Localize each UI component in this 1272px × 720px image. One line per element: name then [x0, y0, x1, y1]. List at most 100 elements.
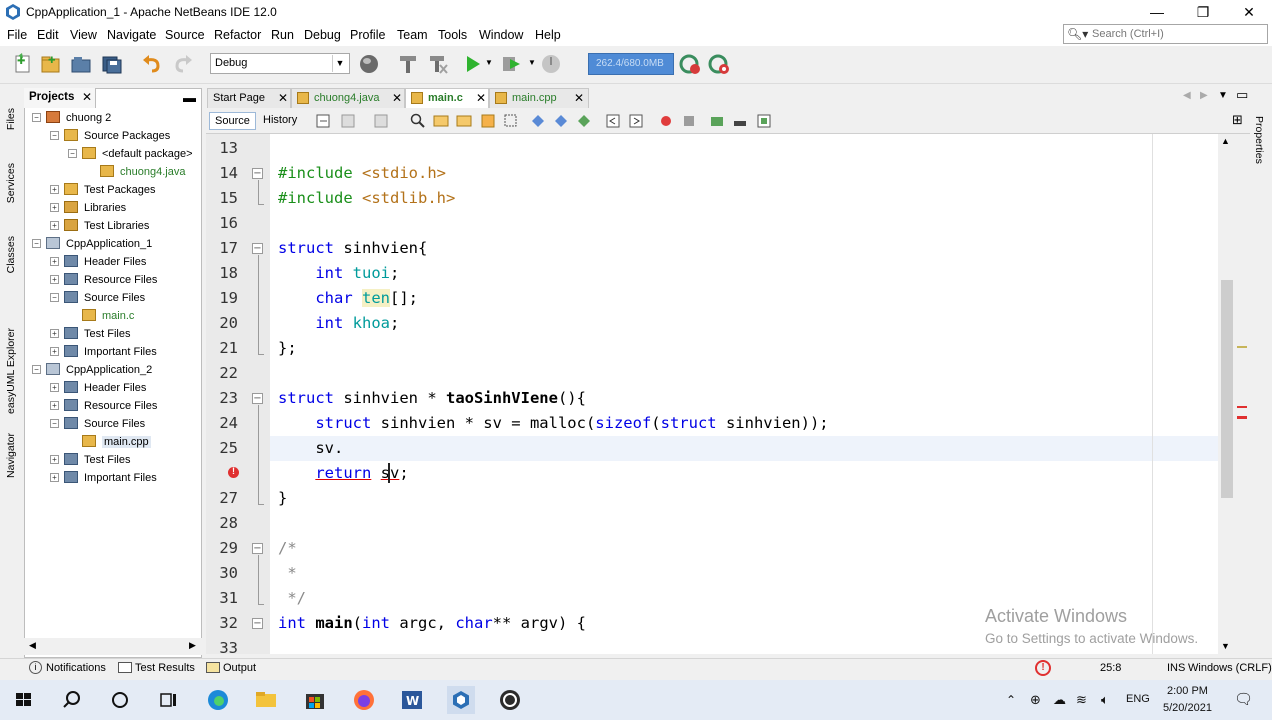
microsoft-store-icon[interactable]	[301, 686, 329, 714]
configuration-select[interactable]: Debug ▼	[210, 53, 350, 74]
tab-main-c[interactable]: main.c ✕	[405, 88, 489, 108]
close-button[interactable]: ✕	[1226, 0, 1272, 24]
scroll-tabs-right-icon[interactable]: ▶	[1200, 90, 1208, 101]
gc-icon[interactable]	[679, 53, 701, 75]
collapse-icon[interactable]: −	[32, 365, 41, 374]
projects-tab[interactable]: Projects ✕	[24, 88, 96, 108]
scrollbar-thumb[interactable]	[1221, 280, 1233, 498]
menu-refactor[interactable]: Refactor	[214, 28, 261, 42]
properties-side-tab[interactable]: Properties	[1253, 116, 1265, 164]
redo-icon[interactable]	[172, 53, 194, 75]
start-macro-recording-icon[interactable]	[658, 113, 674, 129]
save-all-icon[interactable]	[101, 53, 123, 75]
memory-usage-indicator[interactable]: 262.4/680.0MB	[588, 53, 674, 75]
collapse-icon[interactable]: −	[32, 113, 41, 122]
scroll-tabs-left-icon[interactable]: ◀	[1183, 90, 1191, 101]
word-icon[interactable]: W	[398, 686, 426, 714]
error-stripe-mark[interactable]	[1237, 406, 1247, 408]
run-dropdown-icon[interactable]: ▼	[485, 58, 493, 67]
close-icon[interactable]: ✕	[82, 90, 92, 104]
menu-help[interactable]: Help	[535, 28, 561, 42]
network-adapter-icon[interactable]: ⊕	[1030, 692, 1041, 708]
show-opened-documents-icon[interactable]: ▼	[1218, 90, 1228, 101]
menu-debug[interactable]: Debug	[304, 28, 341, 42]
stop-macro-recording-icon[interactable]	[681, 113, 697, 129]
fold-toggle-icon[interactable]: −	[252, 543, 263, 554]
scroll-left-icon[interactable]: ◀	[29, 640, 36, 651]
edge-browser-icon[interactable]	[204, 686, 232, 714]
search-icon[interactable]	[58, 686, 86, 714]
uncomment-icon[interactable]	[732, 113, 748, 129]
menu-run[interactable]: Run	[271, 28, 294, 42]
collapse-icon[interactable]: −	[50, 293, 59, 302]
source-view-button[interactable]: Source	[209, 112, 256, 130]
next-bookmark-icon[interactable]	[553, 113, 569, 129]
menu-window[interactable]: Window	[479, 28, 523, 42]
expand-icon[interactable]: +	[50, 221, 59, 230]
wifi-icon[interactable]: ≋	[1076, 692, 1087, 708]
scroll-up-icon[interactable]: ▲	[1221, 136, 1230, 146]
close-icon[interactable]: ✕	[392, 91, 402, 105]
find-icon[interactable]	[410, 113, 426, 129]
undo-icon[interactable]	[141, 53, 163, 75]
run-icon[interactable]	[462, 53, 484, 75]
classes-side-tab[interactable]: Classes	[5, 236, 17, 273]
close-icon[interactable]: ✕	[476, 91, 486, 105]
minimize-panel-icon[interactable]: ▬	[183, 90, 196, 105]
shift-left-icon[interactable]	[605, 113, 621, 129]
netbeans-taskbar-icon[interactable]	[447, 686, 475, 714]
onedrive-icon[interactable]: ☁	[1053, 692, 1066, 708]
projects-horizontal-scrollbar[interactable]: ◀ ▶	[24, 638, 202, 655]
history-view-button[interactable]: History	[258, 112, 302, 130]
back-icon[interactable]	[341, 113, 357, 129]
collapse-icon[interactable]: −	[68, 149, 77, 158]
quick-search-input[interactable]: 🔍︎▾ Search (Ctrl+I)	[1063, 24, 1268, 44]
shift-right-icon[interactable]	[628, 113, 644, 129]
expand-icon[interactable]: +	[50, 185, 59, 194]
error-badge-icon[interactable]: !	[1035, 660, 1051, 676]
notifications-button[interactable]: Notifications	[46, 662, 106, 674]
error-stripe-mark[interactable]	[1237, 416, 1247, 419]
task-view-icon[interactable]	[154, 686, 182, 714]
expand-icon[interactable]: +	[50, 329, 59, 338]
forward-icon[interactable]	[374, 113, 390, 129]
expand-icon[interactable]: +	[50, 257, 59, 266]
open-project-icon[interactable]	[70, 53, 92, 75]
split-editor-icon[interactable]: ⊞	[1232, 112, 1243, 128]
maximize-window-icon[interactable]: ▭	[1236, 87, 1248, 103]
collapse-icon[interactable]: −	[32, 239, 41, 248]
error-stripe[interactable]	[1236, 134, 1248, 654]
menu-edit[interactable]: Edit	[37, 28, 59, 42]
clean-build-icon[interactable]	[427, 53, 449, 75]
obs-studio-icon[interactable]	[496, 686, 524, 714]
tab-main-cpp[interactable]: main.cpp ✕	[489, 88, 589, 108]
input-language[interactable]: ENG	[1126, 693, 1150, 705]
test-results-button[interactable]: Test Results	[135, 662, 195, 674]
debug-run-icon[interactable]	[500, 53, 522, 75]
output-button[interactable]: Output	[223, 662, 256, 674]
tab-start-page[interactable]: Start Page ✕	[207, 88, 291, 108]
firefox-icon[interactable]	[350, 686, 378, 714]
expand-icon[interactable]: +	[50, 275, 59, 284]
close-icon[interactable]: ✕	[574, 91, 584, 105]
find-previous-icon[interactable]	[433, 113, 449, 129]
menu-profile[interactable]: Profile	[350, 28, 385, 42]
find-next-icon[interactable]	[456, 113, 472, 129]
toggle-rect-selection-icon[interactable]	[503, 113, 519, 129]
menu-file[interactable]: File	[7, 28, 27, 42]
globe-icon[interactable]	[358, 53, 380, 75]
action-center-icon[interactable]: 🗨︎	[1234, 690, 1253, 708]
minimize-button[interactable]: —	[1134, 0, 1180, 24]
easyuml-side-tab[interactable]: easyUML Explorer	[5, 328, 17, 414]
clock-date[interactable]: 5/20/2021	[1163, 702, 1212, 714]
previous-bookmark-icon[interactable]	[530, 113, 546, 129]
file-explorer-icon[interactable]	[252, 686, 280, 714]
expand-icon[interactable]: +	[50, 473, 59, 482]
cortana-icon[interactable]	[106, 686, 134, 714]
volume-icon[interactable]: 🔈︎	[1101, 692, 1109, 708]
files-side-tab[interactable]: Files	[5, 108, 17, 130]
expand-icon[interactable]: +	[50, 347, 59, 356]
menu-navigate[interactable]: Navigate	[107, 28, 156, 42]
scroll-down-icon[interactable]: ▼	[1221, 641, 1230, 651]
maximize-button[interactable]: ❐	[1180, 0, 1226, 24]
